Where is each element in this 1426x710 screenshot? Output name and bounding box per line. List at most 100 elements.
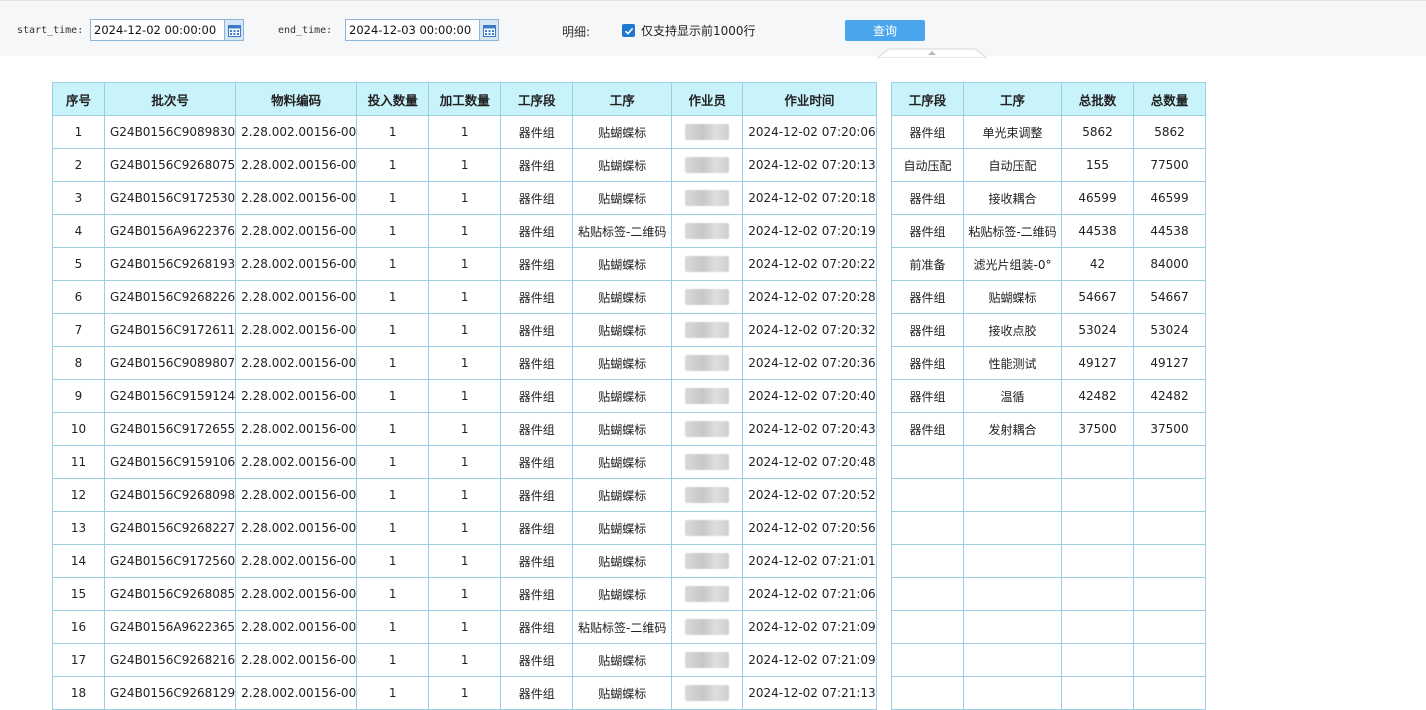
column-header[interactable]: 工序 <box>572 82 673 116</box>
empty-row <box>891 577 1206 611</box>
table-row[interactable]: 6 G24B0156C9268226 2.28.002.00156-00 1 1 器件组贴… <box>52 280 877 314</box>
table-row[interactable]: 器件组 性能测试 49127 49127 <box>891 346 1206 380</box>
column-header[interactable]: 加工数量 <box>428 82 502 116</box>
table-cell: 49127 <box>1061 346 1134 380</box>
table-row[interactable]: 自动压配 自动压配 155 77500 <box>891 148 1206 182</box>
end-time-input[interactable]: 2024-12-03 00:00:00 <box>345 19 499 41</box>
calendar-icon <box>482 24 496 37</box>
table-cell <box>671 181 744 215</box>
table-row[interactable]: 3 G24B0156C9172530 2.28.002.00156-00 1 1 器件组贴… <box>52 181 877 215</box>
column-header[interactable]: 作业员 <box>671 82 744 116</box>
table-cell: 53024 <box>1133 313 1206 347</box>
table-cell: 1 <box>428 181 502 215</box>
table-cell: 2024-12-02 07:20:36 <box>742 346 877 380</box>
table-cell: 54667 <box>1133 280 1206 314</box>
table-cell: 37500 <box>1061 412 1134 446</box>
table-cell: 1 <box>428 610 502 644</box>
table-row[interactable]: 12 G24B0156C9268098 2.28.002.00156-00 1 1 器件组… <box>52 478 877 512</box>
redacted-operator <box>685 124 730 140</box>
table-row[interactable]: 4 G24B0156A9622376 2.28.002.00156-00 1 1 器件组粘… <box>52 214 877 248</box>
table-cell: 1 <box>356 214 430 248</box>
table-cell: 器件组 <box>500 445 574 479</box>
table-cell: 2024-12-02 07:21:13 <box>742 676 877 710</box>
table-row[interactable]: 8 G24B0156C9089807 2.28.002.00156-00 1 1 器件组贴… <box>52 346 877 380</box>
table-cell: 2.28.002.00156-00 <box>235 478 358 512</box>
table-cell: 1 <box>428 478 502 512</box>
table-row[interactable]: 13 G24B0156C9268227 2.28.002.00156-00 1 1 器件组… <box>52 511 877 545</box>
table-row[interactable]: 15 G24B0156C9268085 2.28.002.00156-00 1 1 器件组… <box>52 577 877 611</box>
table-cell: 12 <box>52 478 105 512</box>
empty-cell <box>891 445 964 479</box>
table-row[interactable]: 2 G24B0156C9268075 2.28.002.00156-00 1 1 器件组贴… <box>52 148 877 182</box>
table-cell: 2024-12-02 07:20:40 <box>742 379 877 413</box>
column-header[interactable]: 工序段 <box>500 82 574 116</box>
table-row[interactable]: 17 G24B0156C9268216 2.28.002.00156-00 1 1 器件组… <box>52 643 877 677</box>
table-cell: 器件组 <box>891 412 964 446</box>
table-row[interactable]: 1 G24B0156C9089830 2.28.002.00156-00 1 1 器件组贴… <box>52 115 877 149</box>
table-cell: 温循 <box>963 379 1062 413</box>
table-cell: 器件组 <box>500 346 574 380</box>
table-cell: 1 <box>428 247 502 281</box>
end-calendar-button[interactable] <box>479 20 498 40</box>
table-cell: 1 <box>356 577 430 611</box>
table-row[interactable]: 器件组 接收耦合 46599 46599 <box>891 181 1206 215</box>
summary-table: 工序段 工序 总批数 总数量 器件组 单光束调整 5862 5862 自动压配 自动压配 1… <box>891 82 1206 710</box>
table-row[interactable]: 器件组 粘贴标签-二维码 44538 44538 <box>891 214 1206 248</box>
summary-table-header: 工序段 工序 总批数 总数量 <box>891 82 1206 116</box>
table-cell <box>671 115 744 149</box>
table-cell: 器件组 <box>500 676 574 710</box>
table-row[interactable]: 器件组 接收点胶 53024 53024 <box>891 313 1206 347</box>
table-row[interactable]: 器件组 贴蝴蝶标 54667 54667 <box>891 280 1206 314</box>
table-cell: 5 <box>52 247 105 281</box>
column-header[interactable]: 序号 <box>52 82 105 116</box>
column-header[interactable]: 总数量 <box>1133 82 1206 116</box>
table-cell: 54667 <box>1061 280 1134 314</box>
table-cell: 1 <box>428 148 502 182</box>
start-time-input[interactable]: 2024-12-02 00:00:00 <box>90 19 244 41</box>
only-top-1000-checkbox[interactable] <box>622 24 635 37</box>
table-cell: 1 <box>356 115 430 149</box>
collapse-toggle-icon[interactable] <box>877 48 987 58</box>
column-header[interactable]: 物料编码 <box>235 82 358 116</box>
table-cell: G24B0156C9268226 <box>103 280 237 314</box>
table-row[interactable]: 器件组 发射耦合 37500 37500 <box>891 412 1206 446</box>
column-header[interactable]: 总批数 <box>1061 82 1134 116</box>
table-cell <box>671 445 744 479</box>
column-header[interactable]: 工序段 <box>891 82 964 116</box>
table-cell: 4 <box>52 214 105 248</box>
query-button[interactable]: 查询 <box>845 20 925 41</box>
table-cell: 14 <box>52 544 105 578</box>
table-cell: G24B0156C9159124 <box>103 379 237 413</box>
column-header[interactable]: 投入数量 <box>356 82 430 116</box>
empty-cell <box>891 478 964 512</box>
table-row[interactable]: 16 G24B0156A9622365 2.28.002.00156-00 1 1 器件组… <box>52 610 877 644</box>
table-cell: 1 <box>356 544 430 578</box>
start-calendar-button[interactable] <box>224 20 243 40</box>
table-row[interactable]: 7 G24B0156C9172611 2.28.002.00156-00 1 1 器件组贴… <box>52 313 877 347</box>
table-row[interactable]: 器件组 温循 42482 42482 <box>891 379 1206 413</box>
redacted-operator <box>685 355 730 371</box>
table-cell: 2024-12-02 07:21:09 <box>742 643 877 677</box>
only-top-1000-toggle[interactable]: 仅支持显示前1000行 <box>622 22 756 39</box>
table-cell: 贴蝴蝶标 <box>572 379 673 413</box>
table-cell: 15 <box>52 577 105 611</box>
table-cell: 1 <box>428 412 502 446</box>
empty-row <box>891 610 1206 644</box>
empty-cell <box>1061 544 1134 578</box>
column-header[interactable]: 批次号 <box>103 82 237 116</box>
table-cell <box>671 478 744 512</box>
table-cell: 1 <box>356 181 430 215</box>
table-row[interactable]: 器件组 单光束调整 5862 5862 <box>891 115 1206 149</box>
table-row[interactable]: 10 G24B0156C9172655 2.28.002.00156-00 1 1 器件组… <box>52 412 877 446</box>
table-row[interactable]: 前准备 滤光片组装-0° 42 84000 <box>891 247 1206 281</box>
table-row[interactable]: 18 G24B0156C9268129 2.28.002.00156-00 1 1 器件组… <box>52 676 877 710</box>
column-header[interactable]: 工序 <box>963 82 1062 116</box>
empty-row <box>891 511 1206 545</box>
column-header[interactable]: 作业时间 <box>742 82 877 116</box>
table-row[interactable]: 5 G24B0156C9268193 2.28.002.00156-00 1 1 器件组贴… <box>52 247 877 281</box>
table-cell: 13 <box>52 511 105 545</box>
table-row[interactable]: 14 G24B0156C9172560 2.28.002.00156-00 1 1 器件组… <box>52 544 877 578</box>
table-cell: 16 <box>52 610 105 644</box>
table-row[interactable]: 9 G24B0156C9159124 2.28.002.00156-00 1 1 器件组贴… <box>52 379 877 413</box>
table-row[interactable]: 11 G24B0156C9159106 2.28.002.00156-00 1 1 器件组… <box>52 445 877 479</box>
